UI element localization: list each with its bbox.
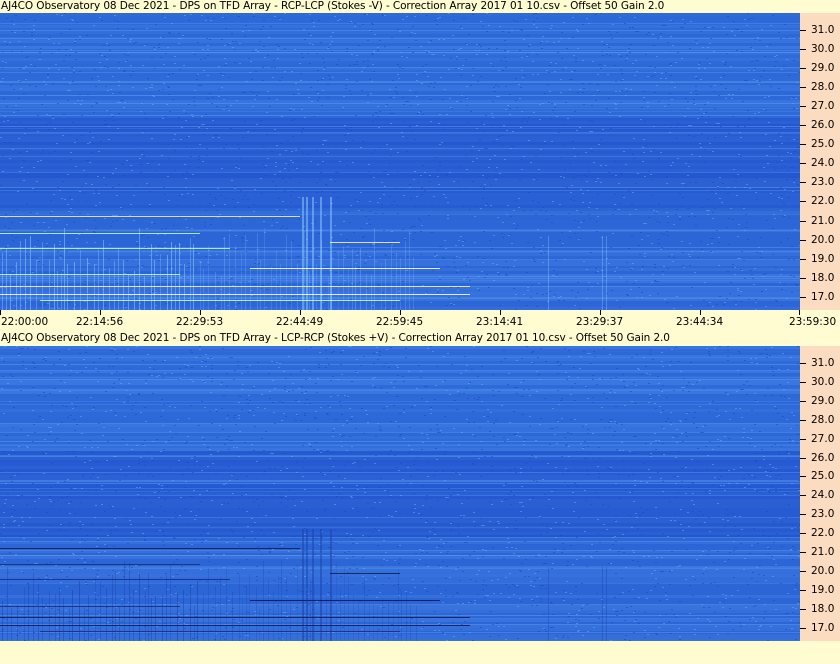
y-tick — [800, 514, 806, 515]
panel-2-title: AJ4CO Observatory 08 Dec 2021 - DPS on T… — [1, 332, 670, 344]
y-tick — [800, 221, 806, 222]
x-tick — [200, 310, 201, 315]
y-tick-label: 29.0 — [811, 62, 835, 74]
x-tick-label: 22:29:53 — [176, 316, 224, 328]
y-tick — [800, 49, 806, 50]
y-tick-label: 24.0 — [811, 157, 835, 169]
x-tick-label: 22:00:00 — [1, 316, 49, 328]
y-tick — [800, 144, 806, 145]
y-tick-label: 26.0 — [811, 452, 835, 464]
y-tick-label: 17.0 — [811, 622, 835, 634]
y-tick — [800, 590, 806, 591]
y-tick — [800, 240, 806, 241]
y-tick-label: 23.0 — [811, 508, 835, 520]
bottom-strip — [0, 641, 840, 664]
x-tick — [500, 310, 501, 315]
x-tick — [700, 310, 701, 315]
y-tick — [800, 476, 806, 477]
x-tick — [400, 310, 401, 315]
x-tick-label: 23:59:30 — [789, 316, 837, 328]
y-tick-label: 19.0 — [811, 584, 835, 596]
x-tick — [300, 310, 301, 315]
y-tick-label: 24.0 — [811, 489, 835, 501]
x-tick — [799, 310, 800, 315]
y-tick — [800, 163, 806, 164]
y-tick-label: 20.0 — [811, 234, 835, 246]
x-tick — [0, 310, 1, 315]
y-tick-label: 23.0 — [811, 176, 835, 188]
y-tick — [800, 278, 806, 279]
y-tick-label: 27.0 — [811, 100, 835, 112]
y-tick-label: 22.0 — [811, 527, 835, 539]
y-tick-label: 19.0 — [811, 253, 835, 265]
x-tick — [100, 310, 101, 315]
y-tick — [800, 201, 806, 202]
y-tick — [800, 552, 806, 553]
y-tick-label: 17.0 — [811, 291, 835, 303]
y-tick — [800, 609, 806, 610]
y-tick-label: 18.0 — [811, 603, 835, 615]
y-tick — [800, 182, 806, 183]
y-tick-label: 28.0 — [811, 414, 835, 426]
y-tick — [800, 458, 806, 459]
y-tick — [800, 571, 806, 572]
x-tick-label: 22:59:45 — [376, 316, 424, 328]
panel-2-spectrogram — [0, 346, 800, 641]
x-tick-label: 23:14:41 — [476, 316, 524, 328]
panel-1-svg — [0, 13, 800, 310]
y-tick — [800, 382, 806, 383]
y-tick — [800, 259, 806, 260]
panel-1-y-axis: 31.0 30.0 29.0 28.0 27.0 26.0 25.0 24.0 23.0 22.0… — [800, 13, 840, 310]
y-tick — [800, 495, 806, 496]
y-tick-label: 25.0 — [811, 138, 835, 150]
y-tick — [800, 533, 806, 534]
panel-2-y-axis: 31.0 30.0 29.0 28.0 27.0 26.0 25.0 24.0 23.0 22.0… — [800, 346, 840, 641]
y-tick-label: 21.0 — [811, 546, 835, 558]
y-tick — [800, 68, 806, 69]
x-tick-label: 23:29:37 — [576, 316, 624, 328]
y-tick — [800, 363, 806, 364]
y-tick-label: 20.0 — [811, 565, 835, 577]
y-tick-label: 26.0 — [811, 119, 835, 131]
y-tick — [800, 87, 806, 88]
panel-1-title: AJ4CO Observatory 08 Dec 2021 - DPS on T… — [1, 0, 665, 12]
y-tick-label: 22.0 — [811, 195, 835, 207]
y-tick-label: 31.0 — [811, 24, 835, 36]
y-tick — [800, 297, 806, 298]
y-tick — [800, 420, 806, 421]
y-tick-label: 29.0 — [811, 395, 835, 407]
x-tick — [600, 310, 601, 315]
y-tick-label: 28.0 — [811, 81, 835, 93]
y-tick-label: 21.0 — [811, 215, 835, 227]
y-tick-label: 30.0 — [811, 43, 835, 55]
panel-1-spectrogram — [0, 13, 800, 310]
x-tick-label: 23:44:34 — [676, 316, 724, 328]
x-tick-label: 22:44:49 — [276, 316, 324, 328]
y-tick-label: 18.0 — [811, 272, 835, 284]
y-tick-label: 31.0 — [811, 357, 835, 369]
y-tick — [800, 439, 806, 440]
y-tick — [800, 401, 806, 402]
y-tick-label: 27.0 — [811, 433, 835, 445]
panel-2-svg — [0, 346, 800, 641]
y-tick — [800, 628, 806, 629]
y-tick-label: 30.0 — [811, 376, 835, 388]
time-axis: 22:00:00 22:14:56 22:29:53 22:44:49 22:59:45… — [0, 310, 840, 332]
y-tick-label: 25.0 — [811, 470, 835, 482]
y-tick — [800, 125, 806, 126]
y-tick — [800, 30, 806, 31]
x-tick-label: 22:14:56 — [76, 316, 124, 328]
y-tick — [800, 106, 806, 107]
